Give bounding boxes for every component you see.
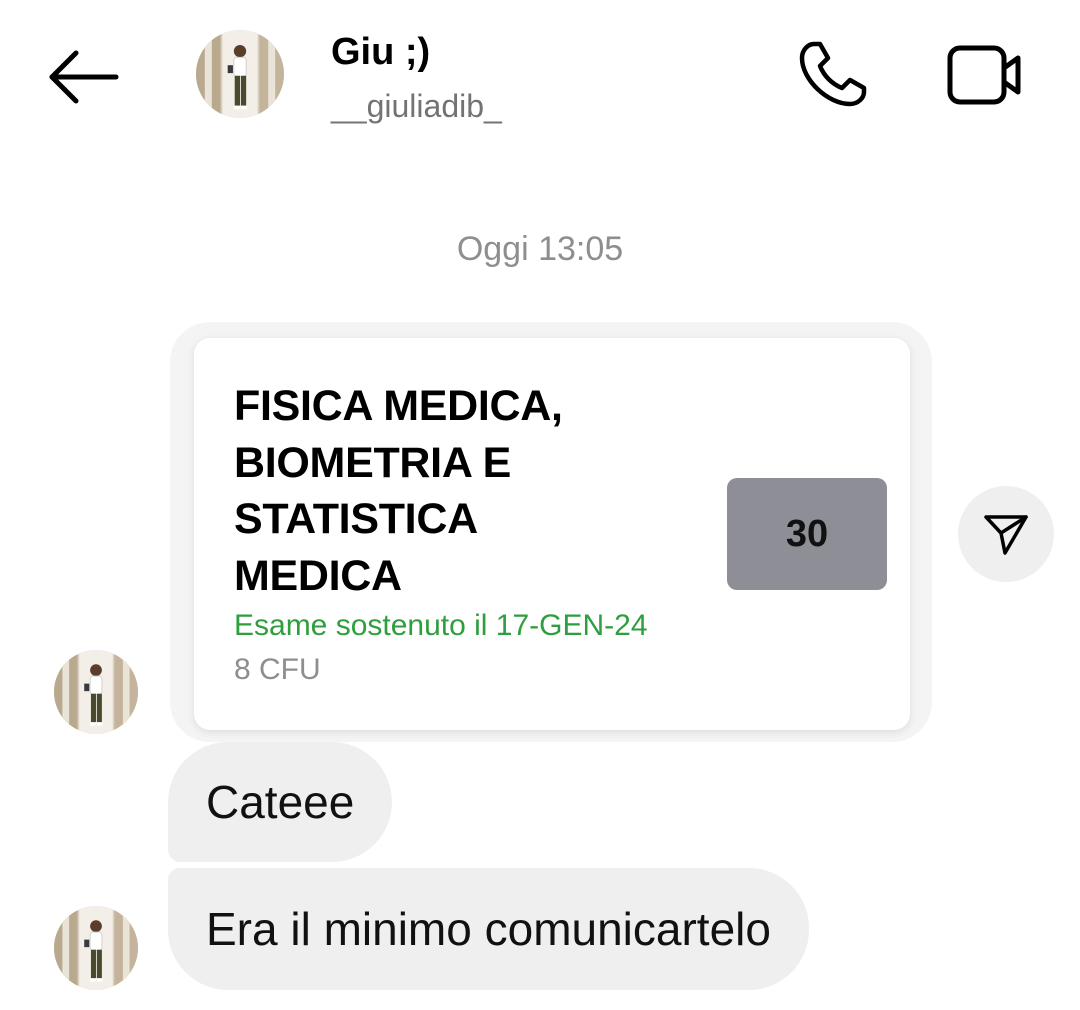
course-title: FISICA MEDICA, BIOMETRIA E STATISTICA ME… <box>234 382 563 600</box>
arrow-left-icon <box>49 50 119 104</box>
exam-credits: 8 CFU <box>234 653 321 686</box>
paper-plane-icon <box>984 515 1028 555</box>
message-text: Cateee <box>206 776 355 828</box>
message-text: Era il minimo comunicartelo <box>206 903 771 955</box>
message-bubble[interactable]: Era il minimo comunicartelo <box>168 868 809 990</box>
sender-avatar[interactable] <box>54 906 138 990</box>
contact-avatar[interactable] <box>196 30 284 118</box>
message-bubble[interactable]: Cateee <box>168 742 393 862</box>
sender-avatar[interactable] <box>54 650 138 734</box>
exam-date: Esame sostenuto il 17-GEN-24 <box>234 609 648 642</box>
message-timestamp: Oggi 13:05 <box>456 230 624 268</box>
phone-icon <box>799 41 867 107</box>
share-button[interactable] <box>958 486 1054 582</box>
grade-badge: 30 <box>727 478 887 590</box>
exam-result-card[interactable]: FISICA MEDICA, BIOMETRIA E STATISTICA ME… <box>194 338 910 730</box>
contact-username[interactable]: __giuliadib_ <box>331 84 502 128</box>
chat-screen: Giu ;) __giuliadib_ Oggi 13:05 FISICA ME… <box>0 0 1080 1010</box>
back-button[interactable] <box>44 42 124 112</box>
contact-name[interactable]: Giu ;) <box>331 28 430 76</box>
video-camera-icon <box>947 45 1021 105</box>
video-call-button[interactable] <box>942 40 1026 110</box>
call-button[interactable] <box>794 36 874 112</box>
